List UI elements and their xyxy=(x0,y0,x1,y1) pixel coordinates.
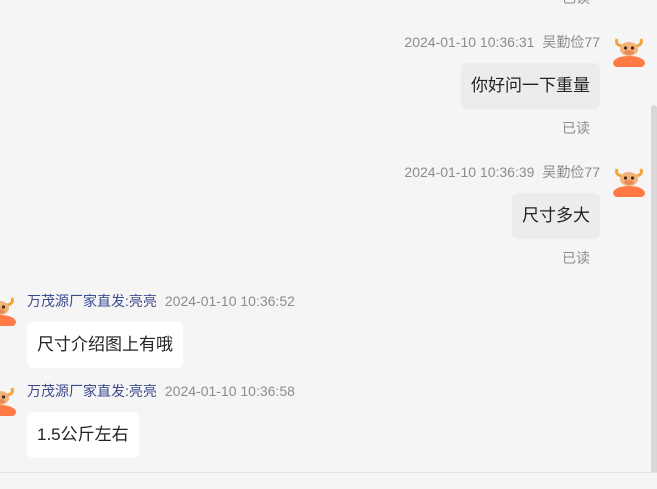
message-time: 2024-01-10 10:36:52 xyxy=(164,293,295,309)
input-area[interactable] xyxy=(0,473,657,489)
cow-avatar-icon[interactable] xyxy=(0,292,17,326)
cow-avatar-icon[interactable] xyxy=(612,33,646,67)
message-meta: 万茂源厂家直发:亮亮 2024-01-10 10:36:58 xyxy=(27,381,295,401)
shop-name[interactable]: 万茂源厂家直发:亮亮 xyxy=(27,293,157,309)
message-time: 2024-01-10 10:36:39 xyxy=(404,164,535,180)
message-meta: 万茂源厂家直发:亮亮 2024-01-10 10:36:52 xyxy=(27,291,295,311)
message-bubble: 你好问一下重量 xyxy=(461,63,600,109)
message-bubble: 尺寸多大 xyxy=(512,193,600,239)
message-time: 2024-01-10 10:36:31 xyxy=(404,34,535,50)
message-sender: 吴勤俭77 xyxy=(542,34,600,50)
message-meta: 2024-01-10 10:36:39 吴勤俭77 xyxy=(404,162,600,182)
message-meta: 2024-01-10 10:36:31 吴勤俭77 xyxy=(404,32,600,52)
chat-history[interactable]: 已读 2024-01-10 10:36:31 吴勤俭77 你好问一下重量 已读 2… xyxy=(0,0,657,472)
shop-name[interactable]: 万茂源厂家直发:亮亮 xyxy=(27,383,157,399)
read-receipt: 已读 xyxy=(562,250,590,266)
chat-scrollbar[interactable] xyxy=(651,105,657,475)
message-bubble: 1.5公斤左右 xyxy=(27,412,139,458)
cow-avatar-icon[interactable] xyxy=(0,382,17,416)
read-receipt: 已读 xyxy=(562,120,590,136)
cow-avatar-icon[interactable] xyxy=(612,163,646,197)
message-sender: 吴勤俭77 xyxy=(542,164,600,180)
message-bubble: 尺寸介绍图上有哦 xyxy=(27,322,183,368)
read-receipt-previous: 已读 xyxy=(562,0,590,8)
message-time: 2024-01-10 10:36:58 xyxy=(164,383,295,399)
